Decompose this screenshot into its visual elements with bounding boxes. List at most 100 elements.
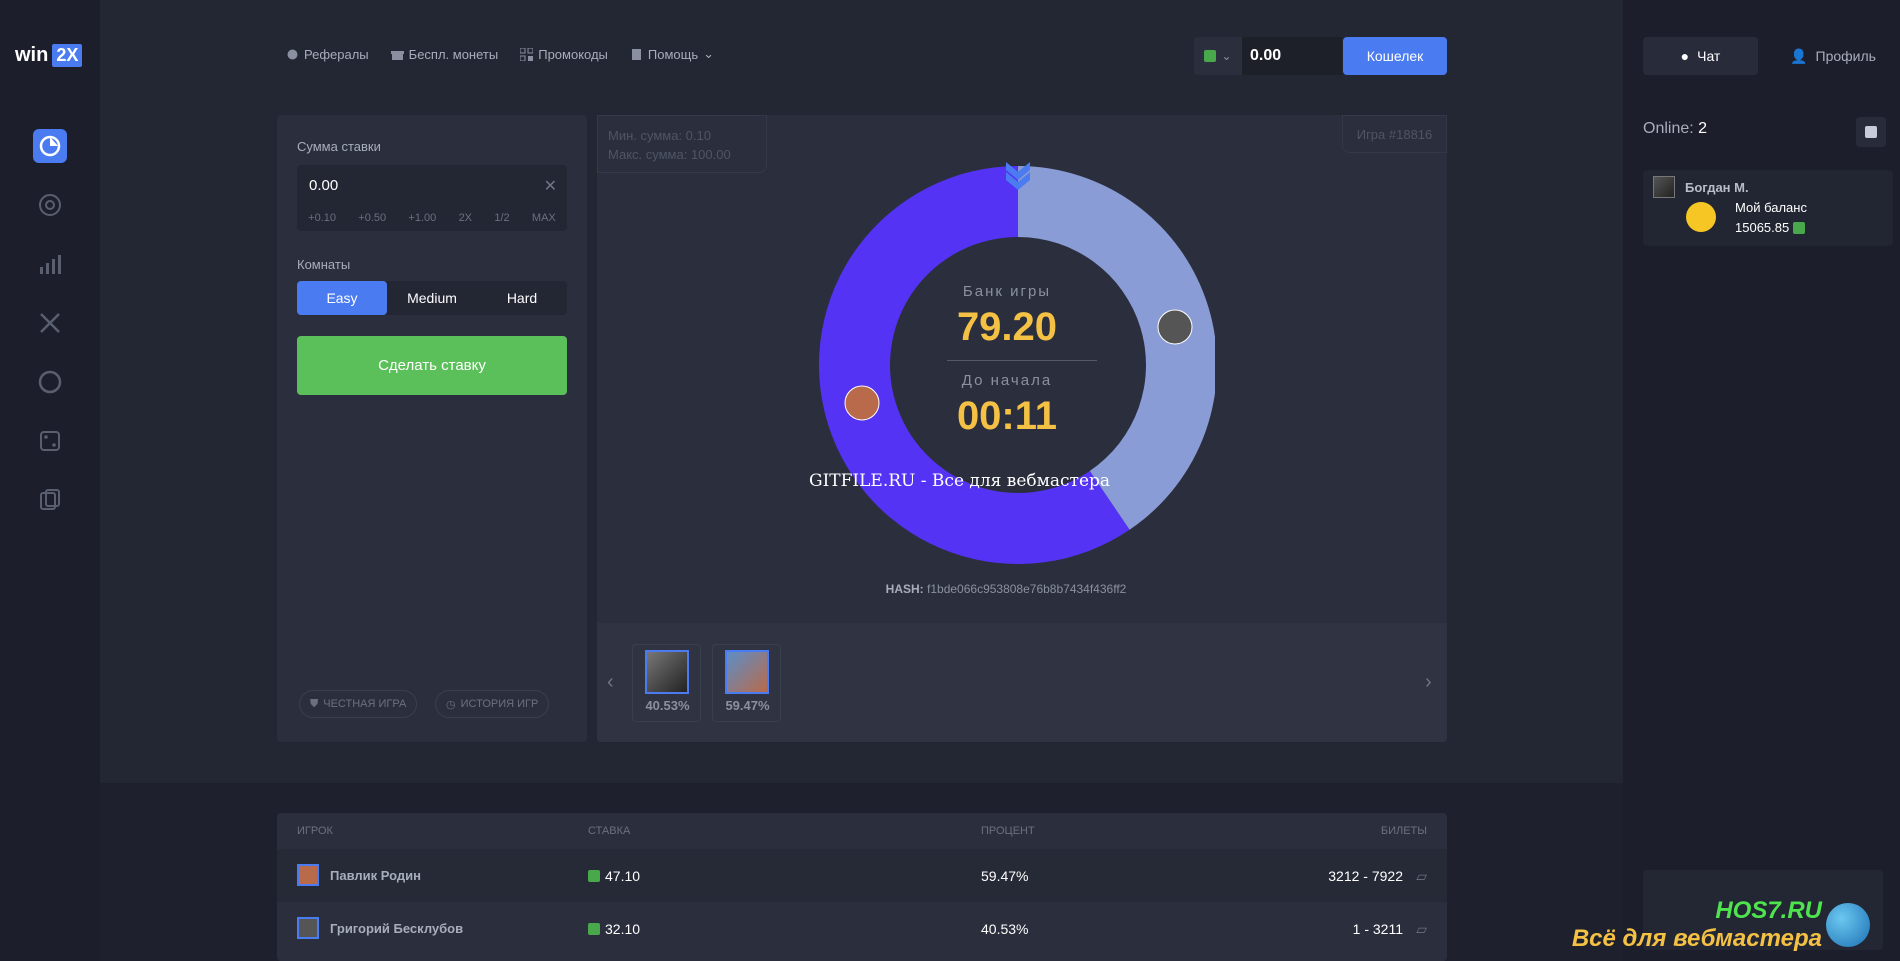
chevron-left-icon[interactable]: ‹ [607, 671, 614, 694]
make-bet-button[interactable]: Сделать ставку [297, 336, 567, 395]
hash-value: f1bde066c953808e76b8b7434f436ff2 [927, 582, 1127, 596]
avatar [645, 650, 689, 694]
bet-limits: Мин. сумма: 0.10 Макс. сумма: 100.00 [597, 115, 767, 173]
nav-help-label: Помощь [647, 46, 699, 62]
row-bet-value: 32.10 [605, 921, 641, 937]
cash-icon [588, 870, 600, 882]
avatar[interactable] [1653, 176, 1675, 198]
start-label: До начала [961, 372, 1053, 389]
close-icon[interactable]: ✕ [544, 176, 557, 196]
battle-game-icon[interactable] [33, 306, 67, 340]
avatar [1157, 309, 1193, 345]
table-row: Павлик Родин 47.10 59.47% 3212 - 7922 ▱ [277, 849, 1447, 902]
fair-game-button[interactable]: ⛊ ЧЕСТНАЯ ИГРА [299, 690, 418, 718]
quick-double[interactable]: 2X [459, 212, 472, 224]
avatar [844, 385, 880, 421]
online-label: Online: [1643, 120, 1694, 137]
coinflip-game-icon[interactable] [33, 365, 67, 399]
quick-amount-row: +0.10 +0.50 +1.00 2X 1/2 MAX [297, 205, 567, 231]
avatar [297, 917, 319, 939]
help-icon [631, 48, 641, 60]
clock-icon: ◷ [446, 698, 456, 711]
bet-amount-value: 0.00 [309, 176, 339, 194]
chevron-down-icon: ⌄ [1221, 49, 1232, 63]
quick-add-050[interactable]: +0.50 [358, 212, 386, 224]
row-percent: 59.47% [981, 868, 1029, 884]
jackpot-game-icon[interactable] [33, 129, 67, 163]
roulette-game-icon[interactable] [33, 188, 67, 222]
room-easy[interactable]: Easy [297, 281, 387, 315]
nav-referrals[interactable]: Рефералы [286, 46, 369, 62]
bank-label: Банк игры [962, 283, 1052, 300]
history-button[interactable]: ◷ ИСТОРИЯ ИГР [435, 690, 550, 718]
row-player[interactable]: Григорий Бесклубов [330, 921, 463, 936]
ticket-icon: ▱ [1416, 921, 1427, 937]
player-card[interactable]: 59.47% [712, 644, 781, 722]
quick-add-100[interactable]: +1.00 [408, 212, 436, 224]
crash-game-icon[interactable] [33, 247, 67, 281]
gift-icon [390, 50, 404, 60]
ticket-icon: ▱ [1416, 868, 1427, 884]
history-label: ИСТОРИЯ ИГР [460, 698, 539, 710]
avatar [297, 864, 319, 886]
tab-chat[interactable]: ● Чат [1643, 37, 1758, 75]
col-tickets: БИЛЕТЫ [1380, 825, 1427, 837]
hos7-subtitle: Всё для вебмастера [1571, 925, 1822, 952]
hos7-watermark-logo: HOS7.RU Всё для вебмастера [1540, 895, 1880, 955]
dice-game-icon[interactable] [33, 424, 67, 458]
player-card[interactable]: 40.53% [632, 644, 701, 722]
bets-table: ИГРОК СТАВКА ПРОЦЕНТ БИЛЕТЫ Павлик Родин… [277, 813, 1447, 961]
nav-promocodes[interactable]: Промокоды [520, 46, 608, 62]
hos7-title: HOS7.RU [1715, 897, 1822, 924]
room-medium[interactable]: Medium [387, 281, 477, 315]
row-tickets: 3212 - 7922 [1328, 868, 1403, 884]
bet-amount-label: Сумма ставки [297, 139, 381, 154]
rooms-label: Комнаты [297, 257, 351, 272]
nav-referrals-label: Рефералы [304, 46, 369, 62]
quick-add-010[interactable]: +0.10 [308, 212, 336, 224]
players-strip: ‹ 40.53% 59.47% › [597, 623, 1447, 742]
user-icon: 👤 [1790, 47, 1808, 64]
referral-icon [287, 49, 298, 59]
nav-help[interactable]: Помощь ⌄ [630, 46, 714, 62]
cards-game-icon[interactable] [33, 483, 67, 517]
player-percent: 40.53% [645, 698, 690, 713]
tab-chat-label: Чат [1697, 48, 1721, 64]
chat-text: Мой баланс [1735, 200, 1807, 215]
globe-icon [1826, 903, 1870, 947]
game-number: Игра #18816 [1342, 115, 1447, 153]
player-percent: 59.47% [725, 698, 770, 713]
nav-free-coins[interactable]: Беспл. монеты [390, 46, 499, 62]
rooms-selector: Easy Medium Hard [297, 281, 567, 315]
room-hard[interactable]: Hard [477, 281, 567, 315]
row-bet-value: 47.10 [605, 868, 641, 884]
row-tickets: 1 - 3211 [1352, 921, 1403, 937]
nav-free-coins-label: Беспл. монеты [408, 46, 499, 62]
logo[interactable]: win 2X [15, 44, 83, 67]
chevron-right-icon[interactable]: › [1425, 671, 1432, 694]
table-header: ИГРОК СТАВКА ПРОЦЕНТ БИЛЕТЫ [277, 813, 1447, 849]
start-timer: 00:11 [956, 394, 1058, 438]
row-player[interactable]: Павлик Родин [330, 868, 421, 883]
logo-text: win [15, 44, 49, 66]
shield-icon: ⛊ [310, 697, 319, 710]
fair-game-label: ЧЕСТНАЯ ИГРА [323, 698, 407, 710]
tab-profile[interactable]: 👤 Профиль [1778, 37, 1888, 75]
bet-panel: Сумма ставки 0.00 ✕ +0.10 +0.50 +1.00 2X… [277, 115, 587, 742]
logo-badge: 2X [52, 44, 83, 67]
quick-max[interactable]: MAX [532, 212, 556, 224]
col-player: ИГРОК [297, 825, 333, 837]
wallet-button[interactable]: Кошелек [1343, 37, 1447, 75]
table-row: Григорий Бесклубов 32.10 40.53% 1 - 3211… [277, 902, 1447, 955]
divider [947, 360, 1097, 361]
coins-icon-button[interactable] [1856, 117, 1886, 147]
chat-amount: 15065.85 [1735, 220, 1790, 235]
chat-username[interactable]: Богдан М. [1685, 180, 1749, 195]
quick-half[interactable]: 1/2 [494, 212, 509, 224]
chat-message: Богдан М. Мой баланс 15065.85 [1643, 170, 1893, 246]
currency-select[interactable]: ⌄ [1194, 37, 1242, 75]
bet-amount-input[interactable]: 0.00 ✕ [297, 165, 567, 205]
row-bet: 47.10 [588, 868, 640, 884]
chat-icon: ● [1680, 48, 1690, 64]
col-percent: ПРОЦЕНТ [981, 825, 1035, 837]
